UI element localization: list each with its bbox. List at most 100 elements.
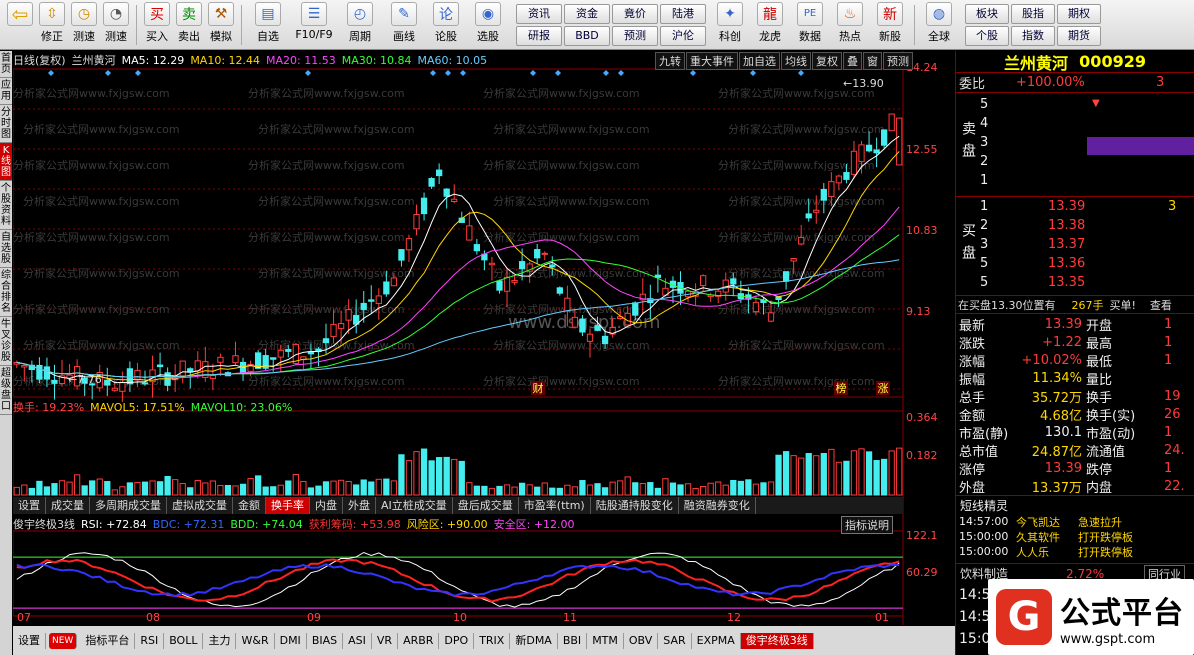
chart-tool-3[interactable]: 均线 (781, 52, 811, 70)
sell-button[interactable]: 卖卖出 (173, 1, 205, 48)
indicator-tab-10[interactable]: VR (372, 632, 399, 649)
volume-subtab-11[interactable]: 陆股通持股变化 (591, 497, 679, 514)
chart-tool-0[interactable]: 九转 (655, 52, 685, 70)
buy-button[interactable]: 买买入 (141, 1, 173, 48)
chart-tool-5[interactable]: 叠 (843, 52, 862, 70)
volume-subtab-9[interactable]: 盘后成交量 (453, 497, 519, 514)
hotspot-button[interactable]: ♨ 热点 (830, 1, 870, 48)
indicator-tab-16[interactable]: MTM (587, 632, 624, 649)
longhu-button[interactable]: 龍龙虎 (750, 1, 790, 48)
volume-subtab-2[interactable]: 多周期成交量 (90, 497, 167, 514)
indicator-tab-19[interactable]: EXPMA (692, 632, 741, 649)
indicator-tab-1[interactable]: NEW (49, 632, 78, 649)
speed-test-button[interactable]: ◔ 测速 (100, 1, 132, 48)
period-label[interactable]: 日线(复权) (13, 52, 66, 68)
global-button[interactable]: ◍ 全球 (919, 1, 959, 48)
queue-view-link[interactable]: 查看 (1150, 297, 1172, 313)
volume-subtab-6[interactable]: 内盘 (310, 497, 343, 514)
draw-button[interactable]: ✎ 画线 (382, 1, 426, 48)
indicator-tab-3[interactable]: RSI (135, 632, 165, 649)
sell-row[interactable]: 1 (956, 171, 1194, 190)
self-select-button[interactable]: ▤ 自选 (246, 1, 290, 48)
buy-row[interactable]: 3 13.37 (956, 235, 1194, 254)
bbd-button[interactable]: BBD (564, 25, 610, 46)
stock-talk-button[interactable]: 论论股 (426, 1, 466, 48)
sprite-title[interactable]: 短线精灵 (960, 497, 1008, 514)
volume-subtab-7[interactable]: 外盘 (343, 497, 376, 514)
stock-button[interactable]: 个股 (965, 25, 1009, 46)
bid-button[interactable]: 竟价 (612, 3, 658, 24)
indicator-tab-17[interactable]: OBV (624, 632, 659, 649)
chart-tool-7[interactable]: 预测 (883, 52, 913, 70)
sprite-row[interactable]: 15:00:00 久其软件 打开跌停板 (956, 529, 1194, 544)
indicator-tab-5[interactable]: 主力 (203, 632, 237, 649)
kechuang-button[interactable]: ✦ 科创 (710, 1, 750, 48)
buy-row[interactable]: 5 13.36 (956, 254, 1194, 273)
sidetab-0[interactable]: 首页 (0, 51, 12, 78)
volume-subtab-8[interactable]: AI立桩成交量 (376, 497, 453, 514)
indicator-tab-12[interactable]: DPO (439, 632, 475, 649)
indicator-tab-11[interactable]: ARBR (398, 632, 440, 649)
sell-row[interactable]: 4 (956, 114, 1194, 133)
indicator-tab-8[interactable]: BIAS (307, 632, 344, 649)
indicator-tab-2[interactable]: 指标平台 (80, 632, 136, 649)
chart-svg[interactable]: 分析家公式网www.fxjgsw.com 分析家公式网www.fxjgsw.com… (13, 51, 955, 625)
period-button[interactable]: ◴ 周期 (338, 1, 382, 48)
volume-subtab-4[interactable]: 金额 (233, 497, 266, 514)
sidetab-6[interactable]: 综合排名 (0, 268, 12, 317)
volume-subtab-1[interactable]: 成交量 (46, 497, 90, 514)
volume-subtab-10[interactable]: 市盈率(ttm) (519, 497, 591, 514)
volume-subtab-3[interactable]: 虚拟成交量 (167, 497, 233, 514)
speed-test-button[interactable]: ◷ 测速 (68, 1, 100, 48)
f10-button[interactable]: ☰ F10/F9 (290, 1, 338, 48)
volume-subtab-5[interactable]: 换手率 (266, 497, 310, 514)
volume-subtab-0[interactable]: 设置 (13, 497, 46, 514)
fund-button[interactable]: 资金 (564, 3, 610, 24)
indicator-tab-6[interactable]: W&R (236, 632, 275, 649)
sidetab-8[interactable]: 超级盘口 (0, 366, 12, 415)
london-button[interactable]: 沪伦 (660, 25, 706, 46)
indicator-tab-0[interactable]: 设置 (13, 632, 46, 649)
back-button[interactable]: ⇦ (4, 1, 36, 48)
news-button[interactable]: 资讯 (516, 3, 562, 24)
sidetab-2[interactable]: 分时图 (0, 105, 12, 143)
sidetab-4[interactable]: 个股资料 (0, 181, 12, 230)
data-button[interactable]: PE 数据 (790, 1, 830, 48)
buy-row[interactable]: 2 13.38 (956, 216, 1194, 235)
sidetab-3[interactable]: K线图 (0, 143, 12, 181)
kline-chart-area[interactable]: 分析家公式网www.fxjgsw.com 分析家公式网www.fxjgsw.com… (13, 51, 955, 625)
report-button[interactable]: 研报 (516, 25, 562, 46)
sprite-row[interactable]: 15:00:00 人人乐 打开跌停板 (956, 544, 1194, 559)
futures-button[interactable]: 期货 (1057, 25, 1101, 46)
simulate-button[interactable]: ⚒ 模拟 (205, 1, 237, 48)
indicator-tab-20[interactable]: 俊宇终极3线 (740, 632, 814, 649)
index-button[interactable]: 指数 (1011, 25, 1055, 46)
hk-button[interactable]: 陆港 (660, 3, 706, 24)
options-button[interactable]: 期权 (1057, 3, 1101, 24)
sidetab-7[interactable]: 牛叉诊股 (0, 317, 12, 366)
chart-tool-1[interactable]: 重大事件 (686, 52, 738, 70)
sidetab-1[interactable]: 应用 (0, 78, 12, 105)
indicator-tab-7[interactable]: DMI (275, 632, 307, 649)
buy-row[interactable]: 1 13.39 3 (956, 197, 1194, 216)
indicator-help-button[interactable]: 指标说明 (841, 516, 893, 534)
repair-button[interactable]: ⇳ 修正 (36, 1, 68, 48)
indicator-tab-13[interactable]: TRIX (474, 632, 511, 649)
sprite-row[interactable]: 14:57:00 今飞凯达 急速拉升 (956, 514, 1194, 529)
chart-tool-2[interactable]: 加自选 (739, 52, 780, 70)
sidetab-5[interactable]: 自选股 (0, 230, 12, 268)
indicator-tab-15[interactable]: BBI (558, 632, 588, 649)
sell-row[interactable]: 5 (956, 95, 1194, 114)
sector-button[interactable]: 板块 (965, 3, 1009, 24)
volume-subtab-12[interactable]: 融资融券变化 (679, 497, 756, 514)
chart-tool-6[interactable]: 窗 (863, 52, 882, 70)
new-stock-button[interactable]: 新新股 (870, 1, 910, 48)
stock-pick-button[interactable]: ◉ 选股 (466, 1, 510, 48)
indicator-tab-9[interactable]: ASI (343, 632, 372, 649)
indicator-tab-18[interactable]: SAR (658, 632, 692, 649)
buy-row[interactable]: 5 13.35 (956, 273, 1194, 292)
indicator-tab-14[interactable]: 新DMA (510, 632, 558, 649)
indicator-tab-4[interactable]: BOLL (164, 632, 204, 649)
chart-tool-4[interactable]: 复权 (812, 52, 842, 70)
index-futures-button[interactable]: 股指 (1011, 3, 1055, 24)
